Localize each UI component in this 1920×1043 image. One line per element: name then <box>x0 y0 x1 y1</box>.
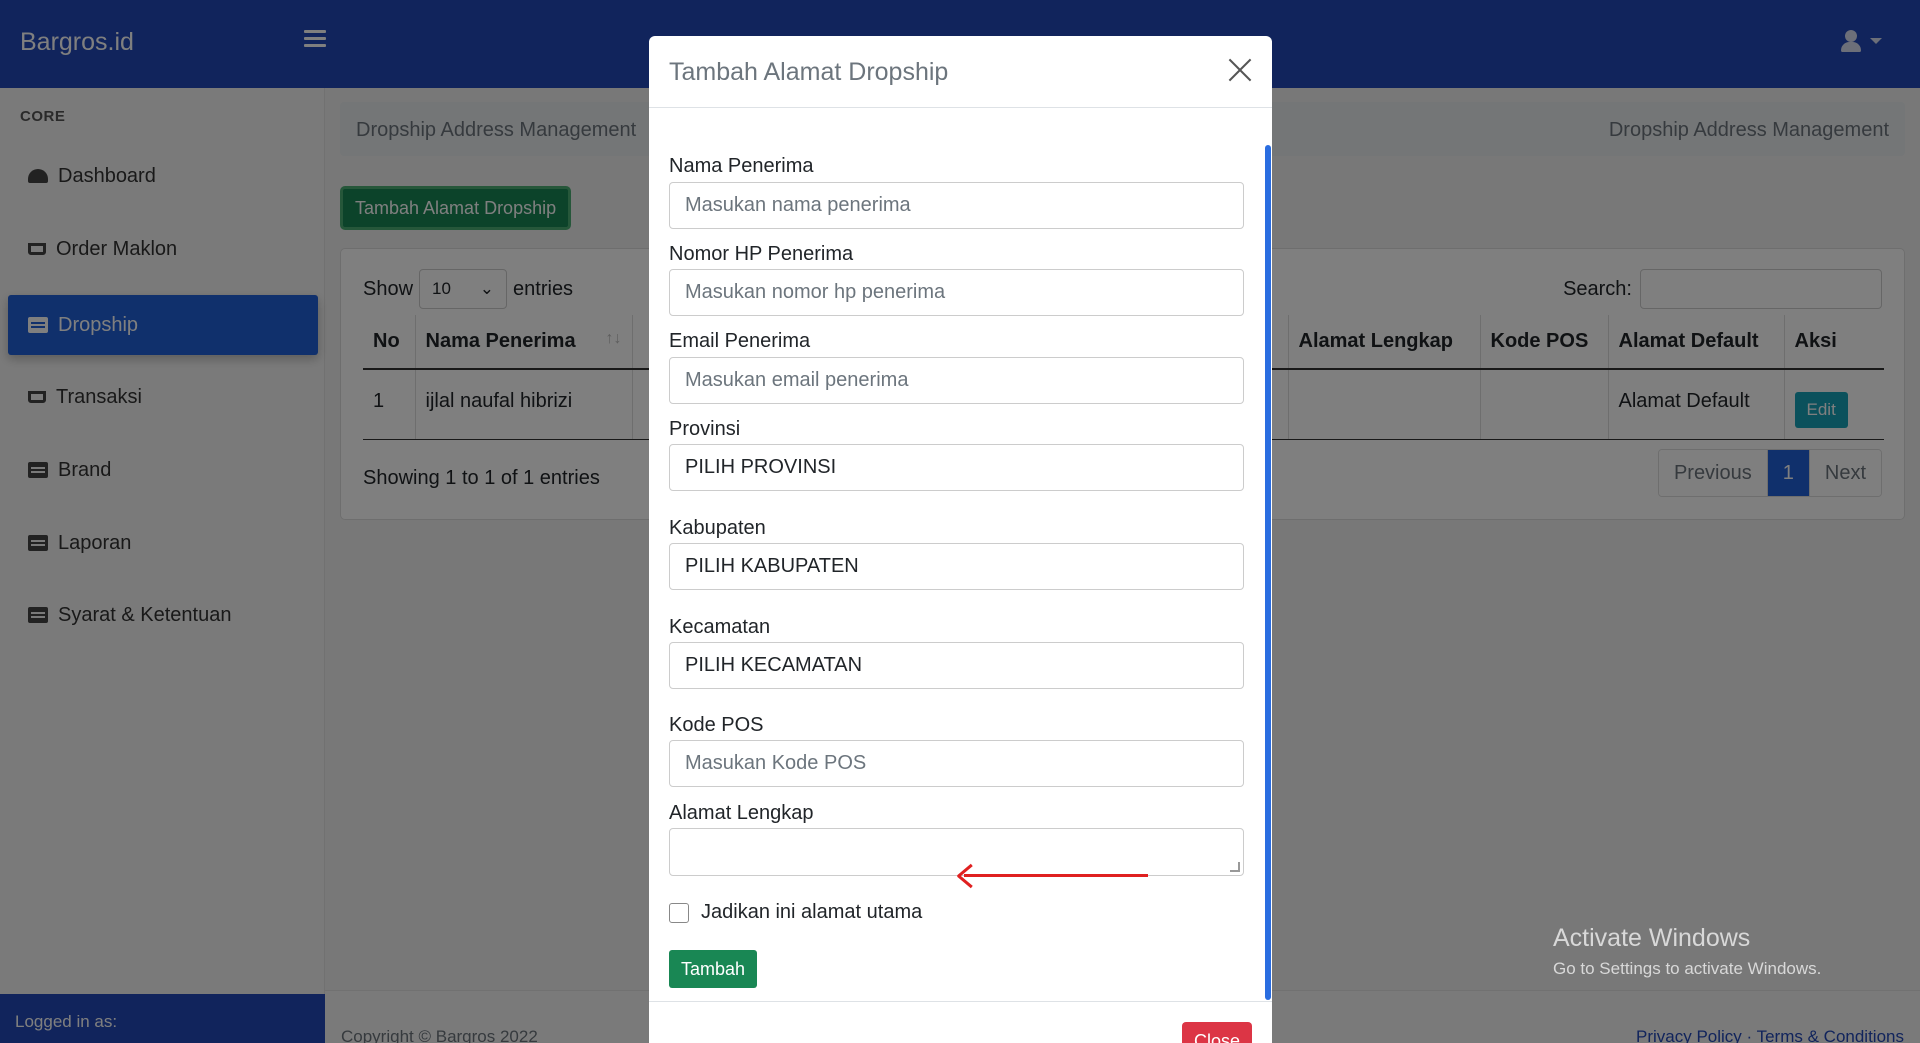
hp-label: Nomor HP Penerima <box>669 243 854 265</box>
checkbox-label[interactable]: Jadikan ini alamat utama <box>701 901 922 924</box>
primary-address-checkbox[interactable] <box>669 902 689 923</box>
modal-scrollbar[interactable] <box>1265 145 1271 1000</box>
watermark-subtitle: Go to Settings to activate Windows. <box>1553 959 1822 978</box>
modal-footer: Close <box>649 1001 1272 1043</box>
primary-address-checkbox-row: Jadikan ini alamat utama <box>669 901 922 924</box>
kode-pos-input[interactable]: Masukan Kode POS <box>669 740 1244 787</box>
kode-pos-label: Kode POS <box>669 714 764 736</box>
kecamatan-label: Kecamatan <box>669 616 771 638</box>
annotation-arrow-icon <box>957 863 1148 889</box>
nomor-hp-input[interactable]: Masukan nomor hp penerima <box>669 269 1244 316</box>
modal-title: Tambah Alamat Dropship <box>669 58 949 86</box>
email-input[interactable]: Masukan email penerima <box>669 357 1244 404</box>
add-dropship-modal: Tambah Alamat Dropship Nama Penerima Mas… <box>649 36 1272 1043</box>
email-label: Email Penerima <box>669 330 811 352</box>
kabupaten-label: Kabupaten <box>669 517 766 539</box>
nama-label: Nama Penerima <box>669 155 814 177</box>
tambah-button[interactable]: Tambah <box>669 950 758 988</box>
alamat-lengkap-textarea[interactable] <box>669 828 1244 876</box>
kabupaten-select[interactable]: PILIH KABUPATEN <box>669 543 1244 590</box>
nama-penerima-input[interactable]: Masukan nama penerima <box>669 182 1244 229</box>
modal-header: Tambah Alamat Dropship <box>649 36 1272 108</box>
watermark-title: Activate Windows <box>1553 924 1751 952</box>
alamat-label: Alamat Lengkap <box>669 802 814 824</box>
close-button[interactable]: Close <box>1181 1022 1252 1043</box>
kecamatan-select[interactable]: PILIH KECAMATAN <box>669 642 1244 689</box>
resize-handle-icon[interactable] <box>1230 862 1240 872</box>
windows-activation-watermark: Activate Windows Go to Settings to activ… <box>1553 924 1821 979</box>
provinsi-select[interactable]: PILIH PROVINSI <box>669 444 1244 491</box>
close-icon[interactable] <box>1228 58 1252 82</box>
provinsi-label: Provinsi <box>669 418 741 440</box>
